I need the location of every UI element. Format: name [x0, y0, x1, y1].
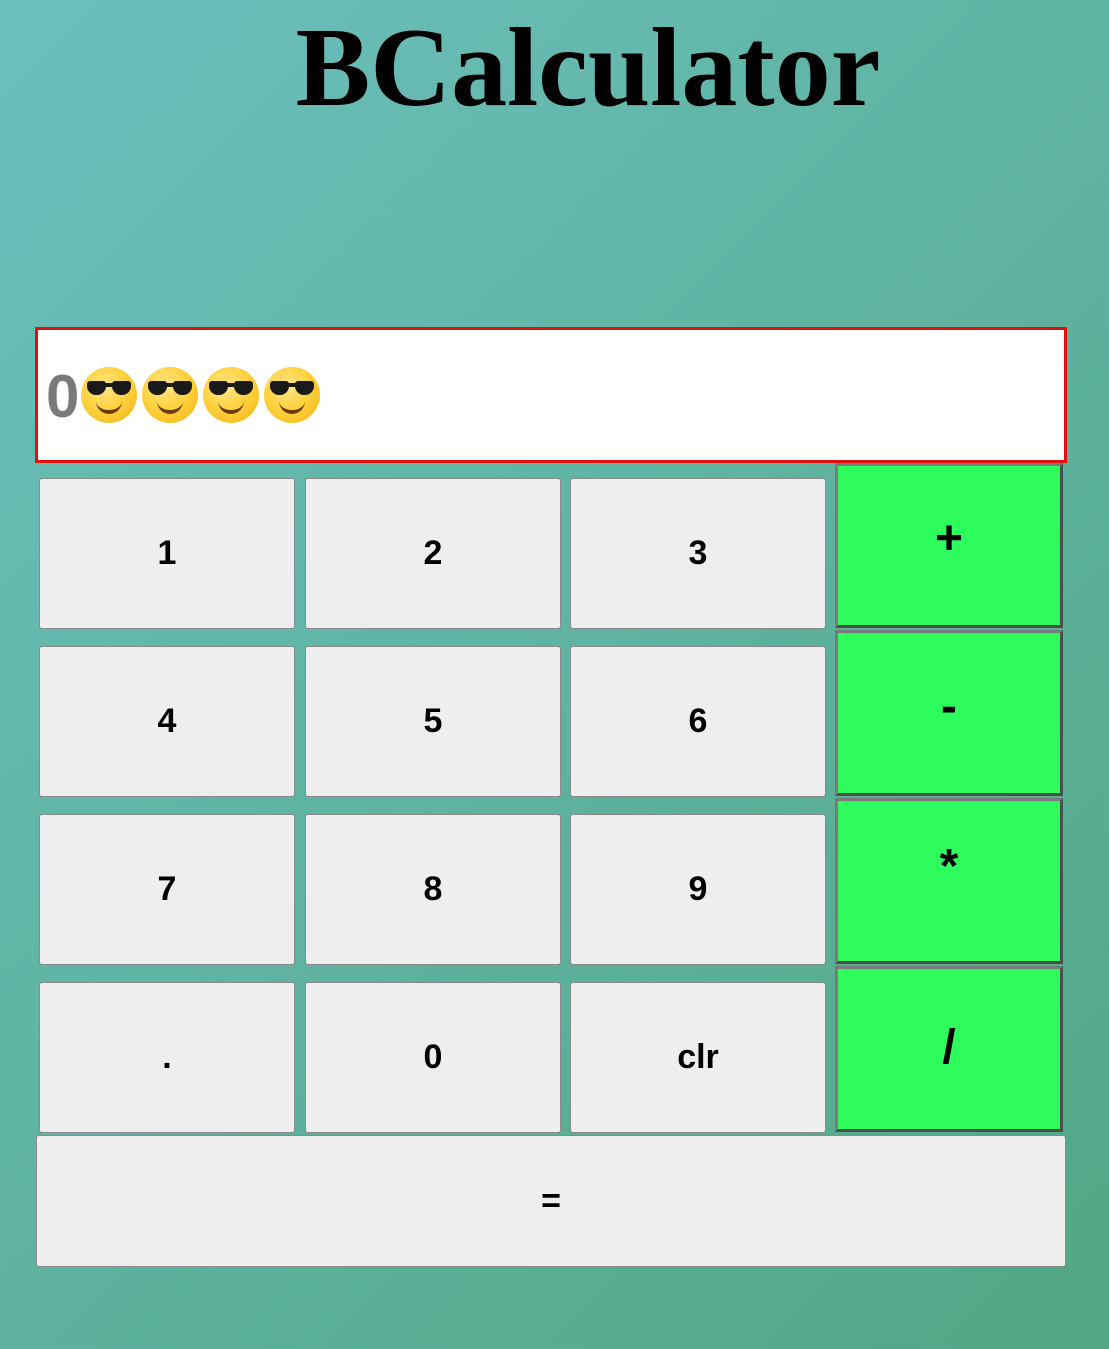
plus-button[interactable]: +: [835, 463, 1063, 628]
sunglasses-emoji-icon: [203, 367, 260, 423]
sunglasses-emoji-icon: [81, 367, 138, 423]
page-title: BCalculator: [295, 6, 881, 130]
display-value: 0: [46, 363, 80, 430]
sunglasses-emoji-icon: [142, 367, 199, 423]
key-8-button[interactable]: 8: [305, 814, 561, 965]
sunglasses-emoji-icon: [264, 367, 321, 423]
key-5-button[interactable]: 5: [305, 646, 561, 797]
key-9-button[interactable]: 9: [570, 814, 826, 965]
key-1-button[interactable]: 1: [39, 478, 295, 629]
key-4-button[interactable]: 4: [39, 646, 295, 797]
key-0-button[interactable]: 0: [305, 982, 561, 1133]
display-content: 0: [46, 330, 323, 460]
calculator-display: 0: [35, 327, 1067, 463]
key-6-button[interactable]: 6: [570, 646, 826, 797]
clear-button[interactable]: clr: [570, 982, 826, 1133]
minus-button[interactable]: -: [835, 630, 1063, 796]
key-2-button[interactable]: 2: [305, 478, 561, 629]
equals-button[interactable]: =: [36, 1135, 1066, 1267]
divide-button[interactable]: /: [835, 966, 1063, 1132]
key-7-button[interactable]: 7: [39, 814, 295, 965]
decimal-point-button[interactable]: .: [39, 982, 295, 1133]
key-3-button[interactable]: 3: [570, 478, 826, 629]
multiply-button[interactable]: *: [835, 798, 1063, 964]
